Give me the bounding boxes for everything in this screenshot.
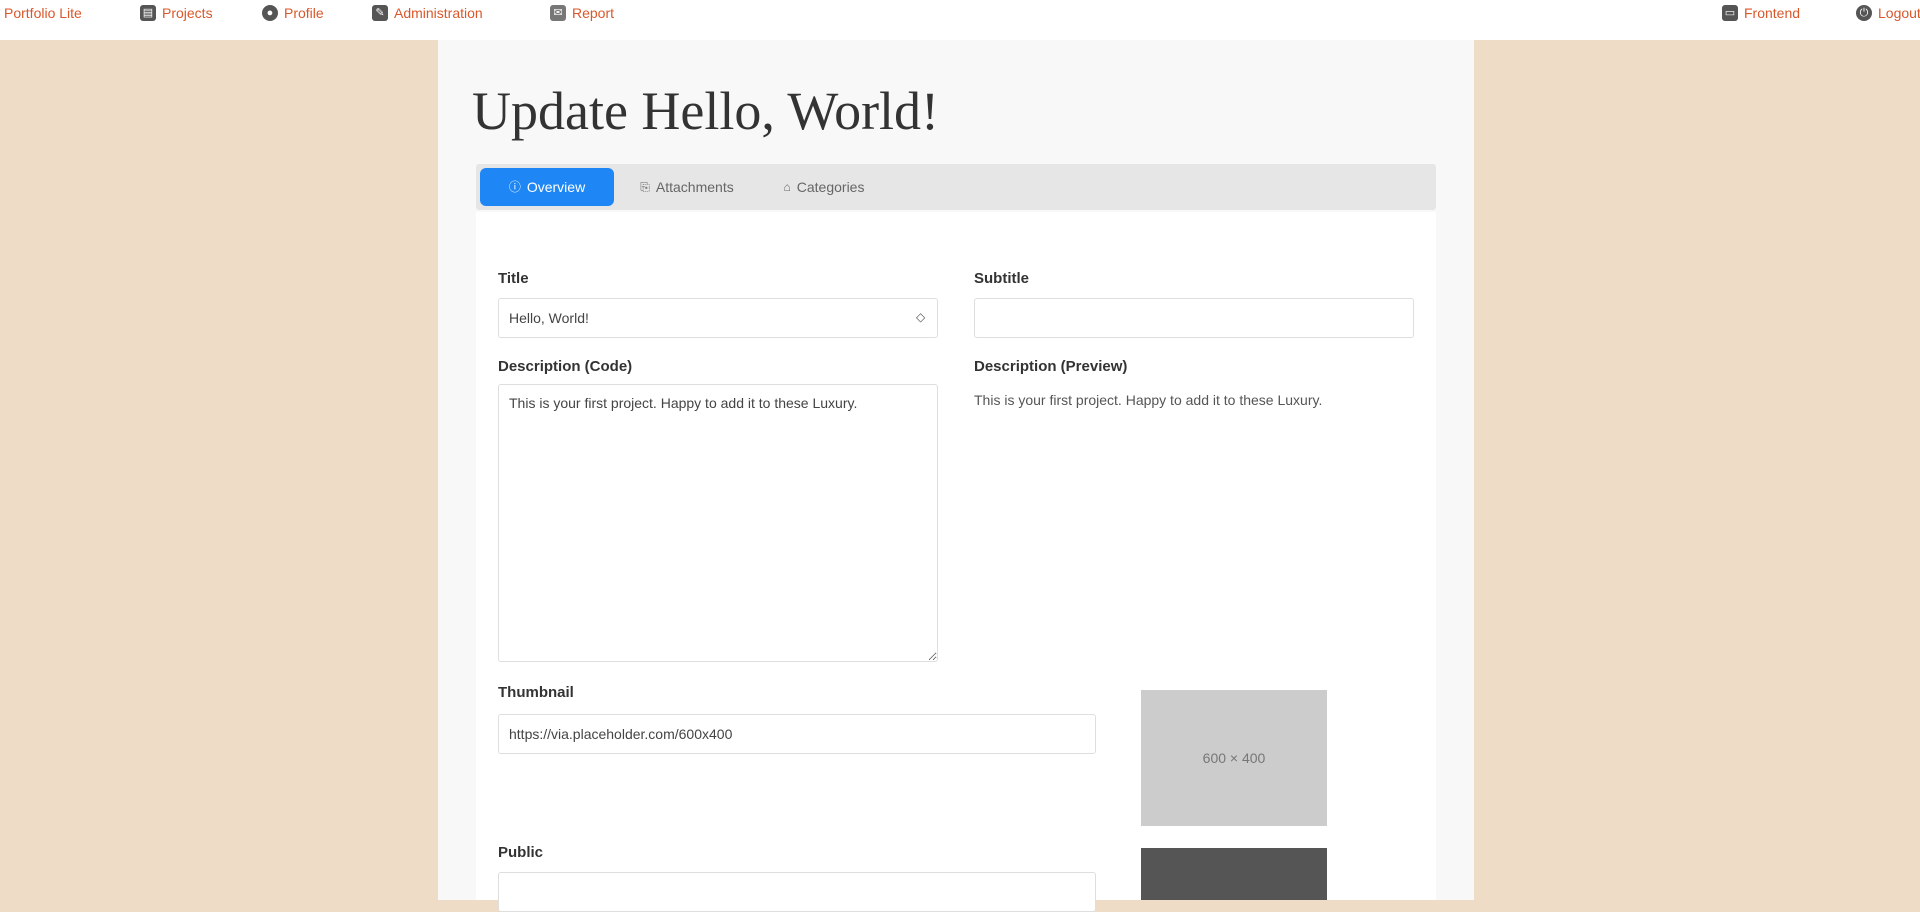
projects-icon: ▤ (140, 5, 156, 21)
thumbnail-label: Thumbnail (498, 684, 574, 701)
tab-categories[interactable]: ⌂ Categories (760, 168, 888, 206)
title-select[interactable]: Hello, World! (498, 298, 938, 338)
nav-brand-link[interactable]: Portfolio Lite (4, 0, 82, 26)
title-label: Title (498, 270, 529, 287)
description-preview-label: Description (Preview) (974, 358, 1128, 375)
comment-icon: ✉ (550, 5, 566, 21)
description-preview-text: This is your first project. Happy to add… (974, 392, 1323, 408)
brand-label: Portfolio Lite (4, 5, 82, 21)
public-label: Public (498, 844, 544, 861)
nav-item-frontend[interactable]: ▭ Frontend (1722, 0, 1800, 26)
subtitle-input[interactable] (974, 298, 1414, 338)
thumbnail-preview-text: 600 × 400 (1202, 750, 1266, 766)
nav-item-projects[interactable]: ▤ Projects (140, 0, 213, 26)
thumbnail-url-input[interactable] (498, 714, 1096, 754)
description-code-textarea[interactable]: This is your first project. Happy to add… (498, 384, 938, 662)
logout-icon: ⏻ (1856, 5, 1872, 21)
tab-bar: ⓘ Overview ⎘ Attachments ⌂ Categories (476, 164, 1436, 210)
nav-item-administration[interactable]: ✎ Administration (372, 0, 483, 26)
thumbnail-preview-image: 600 × 400 (1141, 690, 1327, 826)
tag-icon: ⌂ (783, 180, 791, 194)
description-code-label: Description (Code) (498, 358, 633, 375)
nav-item-profile[interactable]: ● Profile (262, 0, 324, 26)
tab-label: Categories (796, 179, 865, 195)
nav-item-report[interactable]: ✉ Report (550, 0, 614, 26)
tab-attachments[interactable]: ⎘ Attachments (618, 168, 756, 206)
nav-item-label: Logout (1878, 5, 1920, 21)
tab-overview[interactable]: ⓘ Overview (480, 168, 614, 206)
info-icon: ⓘ (508, 180, 521, 194)
nav-item-label: Administration (394, 5, 483, 21)
tab-label: Attachments (655, 179, 734, 195)
nav-item-label: Report (572, 5, 615, 21)
overview-form: Title Hello, World! ◇ Subtitle Descripti… (476, 212, 1436, 912)
public-input[interactable] (498, 872, 1096, 912)
paperclip-icon: ⎘ (640, 180, 650, 194)
page-title: Update Hello, World! (472, 81, 940, 141)
nav-item-label: Projects (162, 5, 213, 21)
nav-item-logout[interactable]: ⏻ Logout (1856, 0, 1920, 26)
secondary-preview-image (1141, 848, 1327, 900)
subtitle-label: Subtitle (974, 270, 1029, 287)
monitor-icon: ▭ (1722, 5, 1738, 21)
nav-item-label: Profile (284, 5, 324, 21)
top-navbar: Portfolio Lite ▤ Projects ● Profile ✎ Ad… (0, 0, 1920, 40)
tab-label: Overview (526, 179, 586, 195)
nav-item-label: Frontend (1744, 5, 1801, 21)
wrench-icon: ✎ (372, 5, 388, 21)
main-panel: Update Hello, World! ⓘ Overview ⎘ Attach… (438, 40, 1474, 912)
user-icon: ● (262, 5, 278, 21)
